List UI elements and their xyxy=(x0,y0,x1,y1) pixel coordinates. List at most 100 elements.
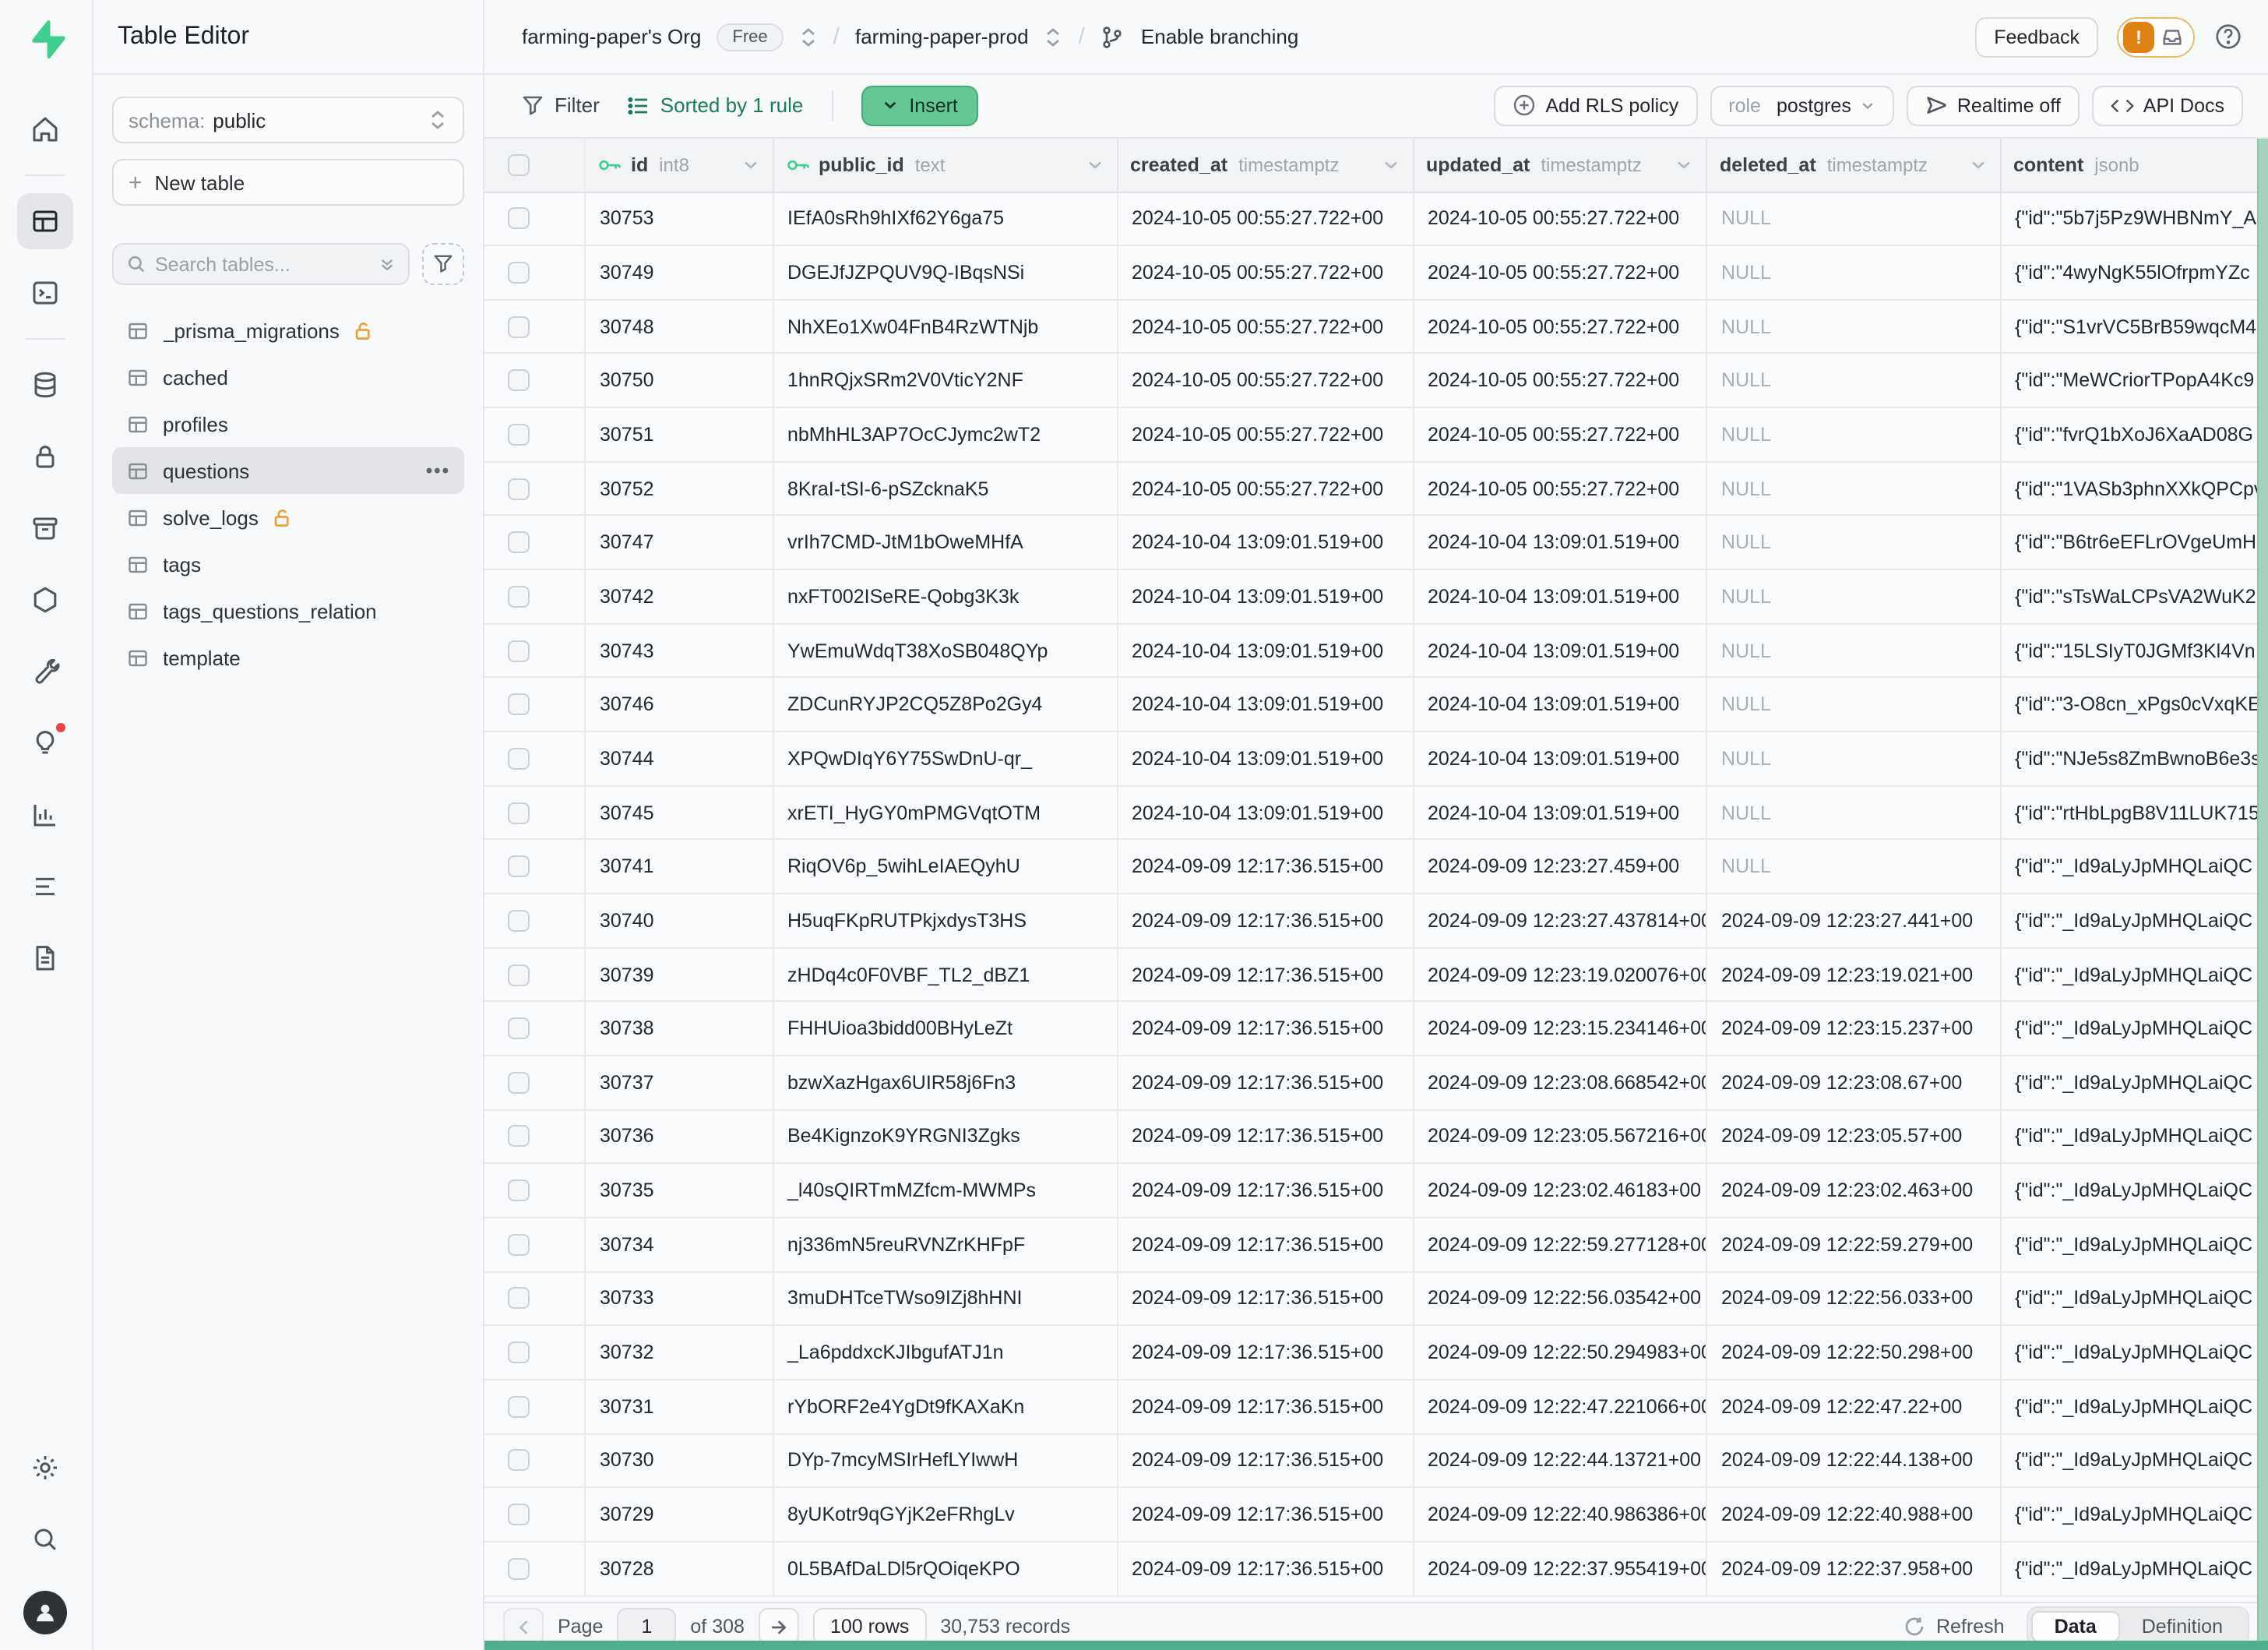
cell-created_at[interactable]: 2024-09-09 12:17:36.515+00 xyxy=(1118,1003,1414,1055)
cell-public_id[interactable]: nxFT002ISeRE-Qobg3K3k xyxy=(773,570,1118,622)
cell-created_at[interactable]: 2024-09-09 12:17:36.515+00 xyxy=(1118,1110,1414,1162)
filter-tables-button[interactable] xyxy=(422,243,464,285)
cell-updated_at[interactable]: 2024-09-09 12:23:08.668542+00 xyxy=(1414,1056,1707,1109)
row-checkbox[interactable] xyxy=(508,1179,530,1201)
cell-created_at[interactable]: 2024-10-05 00:55:27.722+00 xyxy=(1118,408,1414,460)
refresh-button[interactable]: Refresh xyxy=(1904,1616,2005,1638)
cell-id[interactable]: 30739 xyxy=(586,948,773,1000)
sidebar-item-database[interactable] xyxy=(18,357,74,413)
cell-deleted_at[interactable]: 2024-09-09 12:23:02.463+00 xyxy=(1707,1165,2001,1217)
cell-id[interactable]: 30740 xyxy=(586,894,773,947)
cell-id[interactable]: 30728 xyxy=(586,1542,773,1595)
row-checkbox[interactable] xyxy=(508,1017,530,1039)
next-page-button[interactable] xyxy=(759,1608,799,1645)
tab-definition[interactable]: Definition xyxy=(2120,1611,2245,1642)
row-checkbox[interactable] xyxy=(508,586,530,608)
sidebar-item-api-docs[interactable] xyxy=(18,930,74,986)
cell-public_id[interactable]: FHHUioa3bidd00BHyLeZt xyxy=(773,1003,1118,1055)
cell-updated_at[interactable]: 2024-09-09 12:22:44.13721+00 xyxy=(1414,1434,1707,1486)
column-header-created_at[interactable]: created_attimestamptz xyxy=(1118,138,1414,191)
cell-public_id[interactable]: nj336mN5reuRVNZrKHFpF xyxy=(773,1218,1118,1271)
cell-created_at[interactable]: 2024-09-09 12:17:36.515+00 xyxy=(1118,1165,1414,1217)
row-checkbox[interactable] xyxy=(508,1450,530,1472)
column-header-id[interactable]: idint8 xyxy=(586,138,773,191)
cell-deleted_at[interactable]: NULL xyxy=(1707,732,2001,784)
cell-content[interactable]: {"id":"4wyNgK55lOfrpmYZc xyxy=(2001,246,2268,298)
cell-created_at[interactable]: 2024-09-09 12:17:36.515+00 xyxy=(1118,894,1414,947)
cell-id[interactable]: 30730 xyxy=(586,1434,773,1486)
cell-created_at[interactable]: 2024-10-05 00:55:27.722+00 xyxy=(1118,354,1414,407)
cell-id[interactable]: 30738 xyxy=(586,1003,773,1055)
cell-updated_at[interactable]: 2024-09-09 12:23:27.437814+00 xyxy=(1414,894,1707,947)
row-checkbox[interactable] xyxy=(508,424,530,446)
sidebar-item-search[interactable] xyxy=(18,1511,74,1567)
sidebar-item-table-cached[interactable]: cached xyxy=(111,354,464,400)
row-checkbox[interactable] xyxy=(508,964,530,985)
cell-deleted_at[interactable]: NULL xyxy=(1707,679,2001,731)
new-table-button[interactable]: + New table xyxy=(111,159,464,206)
cell-id[interactable]: 30741 xyxy=(586,841,773,893)
cell-created_at[interactable]: 2024-09-09 12:17:36.515+00 xyxy=(1118,1327,1414,1379)
sidebar-item-reports[interactable] xyxy=(18,787,74,843)
cell-deleted_at[interactable]: 2024-09-09 12:22:56.033+00 xyxy=(1707,1272,2001,1324)
cell-content[interactable]: {"id":"S1vrVC5BrB59wqcM4 xyxy=(2001,301,2268,353)
enable-branching-button[interactable]: Enable branching xyxy=(1141,25,1298,48)
row-checkbox[interactable] xyxy=(508,1557,530,1579)
cell-updated_at[interactable]: 2024-09-09 12:22:37.955419+00 xyxy=(1414,1542,1707,1595)
cell-id[interactable]: 30735 xyxy=(586,1165,773,1217)
cell-updated_at[interactable]: 2024-10-05 00:55:27.722+00 xyxy=(1414,463,1707,515)
insert-button[interactable]: Insert xyxy=(861,86,978,126)
cell-updated_at[interactable]: 2024-09-09 12:22:56.03542+00 xyxy=(1414,1272,1707,1324)
filter-button[interactable]: Filter xyxy=(522,94,600,118)
cell-deleted_at[interactable]: 2024-09-09 12:23:08.67+00 xyxy=(1707,1056,2001,1109)
cell-updated_at[interactable]: 2024-09-09 12:22:47.221066+00 xyxy=(1414,1380,1707,1433)
cell-public_id[interactable]: vrIh7CMD-JtM1bOweMHfA xyxy=(773,517,1118,569)
row-checkbox[interactable] xyxy=(508,748,530,770)
row-checkbox[interactable] xyxy=(508,370,530,392)
cell-id[interactable]: 30732 xyxy=(586,1327,773,1379)
cell-updated_at[interactable]: 2024-09-09 12:22:40.986386+00 xyxy=(1414,1489,1707,1541)
cell-content[interactable]: {"id":"_Id9aLyJpMHQLaiQC xyxy=(2001,841,2268,893)
cell-content[interactable]: {"id":"15LSIyT0JGMf3Kl4Vn xyxy=(2001,625,2268,677)
sidebar-item-table-template[interactable]: template xyxy=(111,634,464,681)
cell-content[interactable]: {"id":"5b7j5Pz9WHBNmY_A xyxy=(2001,192,2268,245)
cell-content[interactable]: {"id":"_Id9aLyJpMHQLaiQC xyxy=(2001,894,2268,947)
cell-content[interactable]: {"id":"_Id9aLyJpMHQLaiQC xyxy=(2001,1218,2268,1271)
cell-created_at[interactable]: 2024-09-09 12:17:36.515+00 xyxy=(1118,841,1414,893)
role-select[interactable]: role postgres xyxy=(1710,86,1895,126)
sidebar-item-logs[interactable] xyxy=(18,858,74,915)
cell-public_id[interactable]: IEfA0sRh9hIXf62Y6ga75 xyxy=(773,192,1118,245)
row-checkbox[interactable] xyxy=(508,262,530,284)
cell-deleted_at[interactable]: 2024-09-09 12:22:37.958+00 xyxy=(1707,1542,2001,1595)
chevron-updown-icon[interactable] xyxy=(799,26,818,48)
cell-id[interactable]: 30751 xyxy=(586,408,773,460)
cell-public_id[interactable]: nbMhHL3AP7OcCJymc2wT2 xyxy=(773,408,1118,460)
sidebar-item-table-_prisma_migrations[interactable]: _prisma_migrations xyxy=(111,307,464,354)
add-rls-policy-button[interactable]: Add RLS policy xyxy=(1494,86,1697,126)
cell-public_id[interactable]: zHDq4c0F0VBF_TL2_dBZ1 xyxy=(773,948,1118,1000)
cell-id[interactable]: 30743 xyxy=(586,625,773,677)
cell-deleted_at[interactable]: 2024-09-09 12:23:27.441+00 xyxy=(1707,894,2001,947)
row-checkbox[interactable] xyxy=(508,640,530,661)
cell-content[interactable]: {"id":"MeWCriorTPopA4Kc9 xyxy=(2001,354,2268,407)
cell-public_id[interactable]: YwEmuWdqT38XoSB048QYp xyxy=(773,625,1118,677)
cell-updated_at[interactable]: 2024-09-09 12:23:02.46183+00 xyxy=(1414,1165,1707,1217)
cell-created_at[interactable]: 2024-10-04 13:09:01.519+00 xyxy=(1118,625,1414,677)
cell-public_id[interactable]: bzwXazHgax6UIR58j6Fn3 xyxy=(773,1056,1118,1109)
sidebar-item-table-editor[interactable] xyxy=(18,193,74,249)
cell-id[interactable]: 30742 xyxy=(586,570,773,622)
sort-button[interactable]: Sorted by 1 rule xyxy=(628,94,804,118)
cell-created_at[interactable]: 2024-09-09 12:17:36.515+00 xyxy=(1118,1489,1414,1541)
cell-id[interactable]: 30745 xyxy=(586,786,773,838)
cell-public_id[interactable]: _La6pddxcKJIbgufATJ1n xyxy=(773,1327,1118,1379)
table-options-button[interactable]: ••• xyxy=(426,460,450,481)
cell-deleted_at[interactable]: NULL xyxy=(1707,246,2001,298)
cell-updated_at[interactable]: 2024-09-09 12:23:05.567216+00 xyxy=(1414,1110,1707,1162)
cell-created_at[interactable]: 2024-10-04 13:09:01.519+00 xyxy=(1118,732,1414,784)
column-header-public_id[interactable]: public_idtext xyxy=(773,138,1118,191)
realtime-toggle-button[interactable]: Realtime off xyxy=(1907,86,2080,126)
cell-updated_at[interactable]: 2024-10-04 13:09:01.519+00 xyxy=(1414,732,1707,784)
row-checkbox[interactable] xyxy=(508,478,530,499)
cell-public_id[interactable]: DGEJfJZPQUV9Q-IBqsNSi xyxy=(773,246,1118,298)
row-checkbox[interactable] xyxy=(508,1288,530,1310)
